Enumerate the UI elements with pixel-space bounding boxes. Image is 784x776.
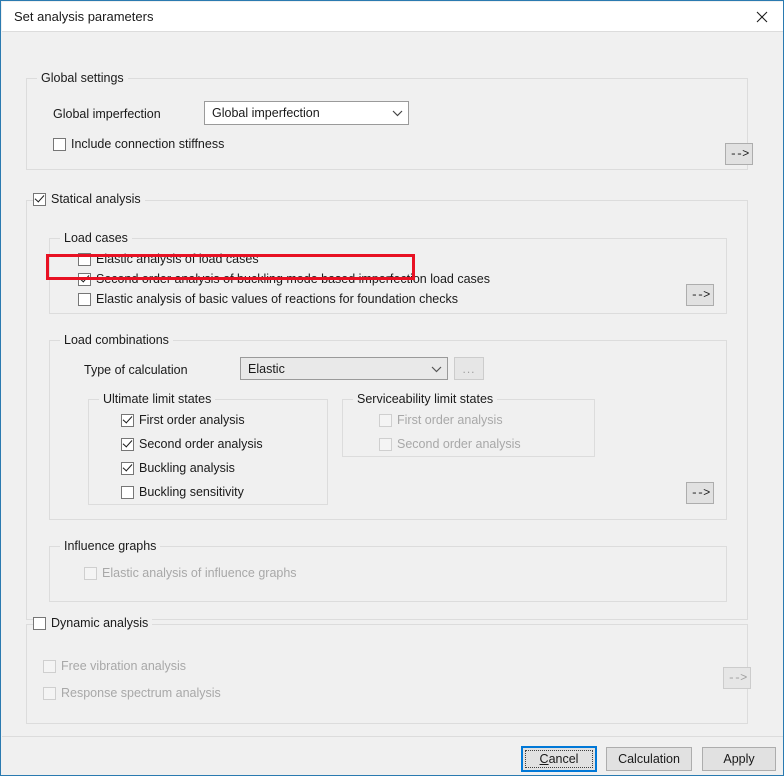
dynamic-analysis-group: Dynamic analysis Free vibration analysis… bbox=[26, 616, 751, 724]
checkbox-label: First order analysis bbox=[139, 413, 245, 427]
cancel-button[interactable]: Cancel bbox=[521, 746, 597, 772]
serviceability-limit-states-group: Serviceability limit states First order … bbox=[342, 392, 595, 457]
checkbox-box bbox=[78, 292, 91, 306]
checkbox-label: Buckling analysis bbox=[139, 461, 235, 475]
load-combinations-arrow-button[interactable]: --> bbox=[686, 482, 714, 504]
checkbox-box bbox=[379, 413, 392, 427]
global-imperfection-combo[interactable]: Global imperfection bbox=[204, 101, 409, 125]
ellipsis-icon: ... bbox=[462, 361, 476, 376]
checkbox-label: Second order analysis of buckling mode b… bbox=[96, 272, 490, 286]
elastic-analysis-of-influence-graphs-checkbox: Elastic analysis of influence graphs bbox=[84, 566, 297, 580]
window-title: Set analysis parameters bbox=[14, 9, 154, 24]
arrow-right-icon: --> bbox=[729, 147, 750, 161]
checkbox-label: Response spectrum analysis bbox=[61, 686, 221, 700]
apply-button-label: Apply bbox=[723, 752, 755, 766]
checkbox-box bbox=[78, 272, 91, 286]
dialog-body: Global settings Global imperfection Glob… bbox=[2, 32, 783, 775]
dynamic-analysis-caption: Dynamic analysis bbox=[33, 616, 153, 630]
global-imperfection-value: Global imperfection bbox=[212, 106, 320, 120]
checkbox-label: Buckling sensitivity bbox=[139, 485, 244, 499]
checkbox-label: Second order analysis bbox=[139, 437, 263, 451]
global-settings-title: Global settings bbox=[37, 71, 128, 85]
checkbox-label: First order analysis bbox=[397, 413, 503, 427]
footer-separator bbox=[2, 736, 783, 737]
statical-analysis-checkbox[interactable]: Statical analysis bbox=[33, 192, 141, 206]
load-cases-title: Load cases bbox=[60, 231, 132, 245]
elastic-analysis-of-load-cases-checkbox[interactable]: Elastic analysis of load cases bbox=[78, 252, 259, 266]
checkbox-box bbox=[121, 461, 134, 475]
checkbox-label: Second order analysis bbox=[397, 437, 521, 451]
dynamic-analysis-checkbox[interactable]: Dynamic analysis bbox=[33, 616, 148, 630]
load-combinations-title: Load combinations bbox=[60, 333, 173, 347]
checkbox-label: Dynamic analysis bbox=[51, 616, 149, 630]
ultimate-limit-states-title: Ultimate limit states bbox=[99, 392, 216, 406]
type-of-calculation-combo[interactable]: Elastic bbox=[240, 357, 448, 380]
chevron-down-icon bbox=[425, 365, 447, 373]
sls-second-order-analysis-checkbox: Second order analysis bbox=[379, 437, 521, 451]
statical-analysis-caption: Statical analysis bbox=[33, 192, 145, 206]
uls-second-order-analysis-checkbox[interactable]: Second order analysis bbox=[121, 437, 263, 451]
arrow-right-icon: --> bbox=[727, 671, 748, 685]
elastic-analysis-basic-reactions-checkbox[interactable]: Elastic analysis of basic values of reac… bbox=[78, 292, 458, 306]
global-settings-group: Global settings Global imperfection Glob… bbox=[26, 71, 753, 170]
type-of-calculation-label: Type of calculation bbox=[84, 363, 188, 377]
cancel-button-label: Cancel bbox=[539, 752, 579, 766]
checkbox-label: Include connection stiffness bbox=[71, 137, 225, 151]
influence-graphs-title: Influence graphs bbox=[60, 539, 161, 553]
checkbox-box bbox=[379, 437, 392, 451]
checkbox-label: Elastic analysis of influence graphs bbox=[102, 566, 297, 580]
close-icon[interactable] bbox=[739, 2, 783, 31]
checkbox-box bbox=[121, 413, 134, 427]
global-imperfection-label: Global imperfection bbox=[53, 107, 161, 121]
load-combinations-group: Load combinations Type of calculation El… bbox=[49, 333, 727, 520]
set-analysis-parameters-dialog: Set analysis parameters Global settings … bbox=[0, 0, 784, 776]
checkbox-box bbox=[78, 252, 91, 266]
type-of-calculation-ellipsis-button[interactable]: ... bbox=[454, 357, 484, 380]
statical-analysis-group: Statical analysis Load cases Elastic ana… bbox=[26, 192, 748, 620]
checkbox-box bbox=[121, 437, 134, 451]
response-spectrum-analysis-checkbox: Response spectrum analysis bbox=[43, 686, 221, 700]
arrow-right-icon: --> bbox=[690, 486, 711, 500]
checkbox-box bbox=[53, 137, 66, 151]
dynamic-analysis-arrow-button[interactable]: --> bbox=[723, 667, 751, 689]
checkbox-box bbox=[121, 485, 134, 499]
second-order-buckling-imperfection-checkbox[interactable]: Second order analysis of buckling mode b… bbox=[78, 272, 490, 286]
serviceability-limit-states-title: Serviceability limit states bbox=[353, 392, 498, 406]
load-cases-arrow-button[interactable]: --> bbox=[686, 284, 714, 306]
title-bar: Set analysis parameters bbox=[2, 2, 783, 32]
type-of-calculation-value: Elastic bbox=[248, 361, 285, 376]
load-cases-group: Load cases Elastic analysis of load case… bbox=[49, 231, 727, 314]
checkbox-label: Elastic analysis of load cases bbox=[96, 252, 259, 266]
calculation-button-label: Calculation bbox=[618, 752, 680, 766]
influence-graphs-group: Influence graphs Elastic analysis of inf… bbox=[49, 539, 727, 602]
include-connection-stiffness-checkbox[interactable]: Include connection stiffness bbox=[53, 137, 224, 151]
sls-first-order-analysis-checkbox: First order analysis bbox=[379, 413, 503, 427]
checkbox-box bbox=[43, 659, 56, 673]
calculation-button[interactable]: Calculation bbox=[606, 747, 692, 771]
arrow-right-icon: --> bbox=[690, 288, 711, 302]
global-settings-arrow-button[interactable]: --> bbox=[725, 143, 753, 165]
checkbox-label: Elastic analysis of basic values of reac… bbox=[96, 292, 458, 306]
apply-button[interactable]: Apply bbox=[702, 747, 776, 771]
checkbox-box bbox=[33, 616, 46, 630]
chevron-down-icon bbox=[386, 109, 408, 117]
checkbox-box bbox=[33, 192, 46, 206]
checkbox-label: Free vibration analysis bbox=[61, 659, 187, 673]
uls-first-order-analysis-checkbox[interactable]: First order analysis bbox=[121, 413, 245, 427]
checkbox-box bbox=[84, 566, 97, 580]
checkbox-label: Statical analysis bbox=[51, 192, 141, 206]
free-vibration-analysis-checkbox: Free vibration analysis bbox=[43, 659, 186, 673]
uls-buckling-analysis-checkbox[interactable]: Buckling analysis bbox=[121, 461, 235, 475]
uls-buckling-sensitivity-checkbox[interactable]: Buckling sensitivity bbox=[121, 485, 244, 499]
ultimate-limit-states-group: Ultimate limit states First order analys… bbox=[88, 392, 328, 505]
checkbox-box bbox=[43, 686, 56, 700]
